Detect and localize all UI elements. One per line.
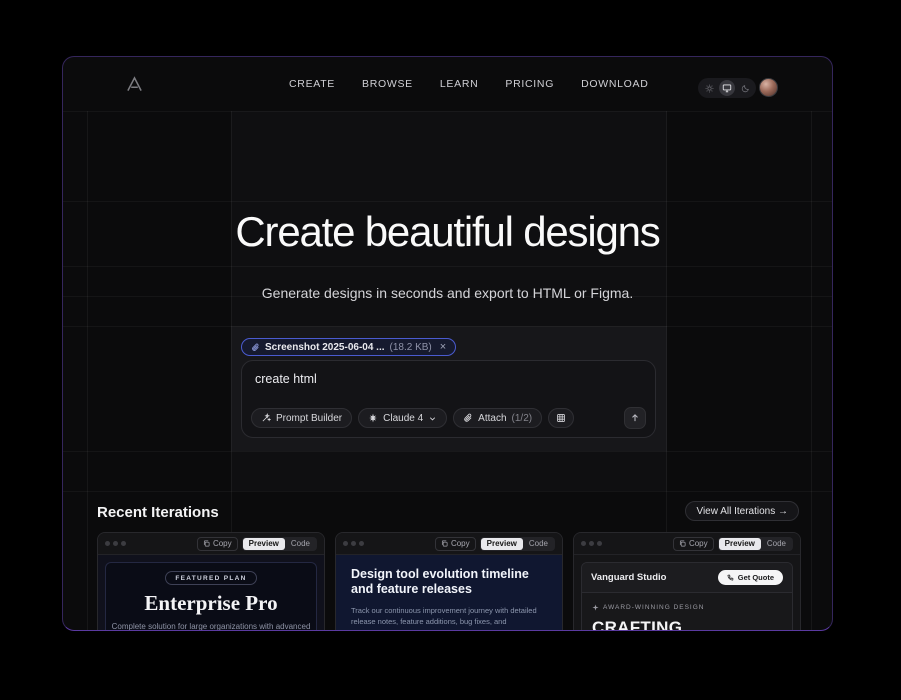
view-all-iterations-button[interactable]: View All Iterations →	[685, 501, 799, 521]
top-nav: CREATE BROWSE LEARN PRICING DOWNLOAD	[63, 57, 832, 111]
attach-count: (1/2)	[512, 413, 533, 424]
wand-icon	[261, 413, 271, 423]
copy-label: Copy	[689, 539, 708, 548]
copy-icon	[679, 540, 686, 547]
preview-code-toggle: Preview Code	[242, 537, 317, 551]
window-dot	[105, 541, 110, 546]
sparkle-icon	[592, 604, 599, 611]
browser-chrome: Copy Preview Code	[574, 533, 800, 555]
window-dot	[589, 541, 594, 546]
recent-iterations-title: Recent Iterations	[97, 504, 219, 521]
window-dot	[597, 541, 602, 546]
preview-tab[interactable]: Preview	[719, 538, 761, 550]
window-dot	[113, 541, 118, 546]
copy-label: Copy	[213, 539, 232, 548]
chevron-down-icon	[428, 414, 437, 423]
plan-description: Complete solution for large organization…	[110, 621, 312, 631]
browser-chrome: Copy Preview Code	[336, 533, 562, 555]
window-dot	[581, 541, 586, 546]
prompt-input[interactable]: create html	[242, 361, 655, 397]
copy-button[interactable]: Copy	[673, 537, 714, 551]
code-tab[interactable]: Code	[761, 538, 792, 550]
prompt-toolbar: Prompt Builder Claude 4 Attach (1/2)	[251, 407, 646, 429]
nav-link-create[interactable]: CREATE	[289, 78, 335, 90]
submit-button[interactable]	[624, 407, 646, 429]
nav-links: CREATE BROWSE LEARN PRICING DOWNLOAD	[289, 57, 649, 111]
grid-line	[63, 111, 832, 112]
page-title: Create beautiful designs	[63, 209, 832, 255]
model-selector[interactable]: Claude 4	[358, 408, 447, 428]
iteration-card-vanguard-studio[interactable]: Copy Preview Code Vanguard Studio	[573, 532, 801, 631]
attachment-size: (18.2 KB)	[390, 342, 432, 353]
prompt-builder-label: Prompt Builder	[276, 413, 342, 424]
preview-code-toggle: Preview Code	[718, 537, 793, 551]
logo-icon[interactable]	[126, 76, 143, 92]
window-dot	[351, 541, 356, 546]
code-tab[interactable]: Code	[523, 538, 554, 550]
window-dot	[359, 541, 364, 546]
card-preview: Vanguard Studio Get Quote	[574, 555, 800, 631]
attachment-name: Screenshot 2025-06-04 ...	[265, 342, 385, 353]
model-label: Claude 4	[383, 413, 423, 424]
browser-chrome: Copy Preview Code	[98, 533, 324, 555]
close-icon[interactable]: ×	[440, 342, 446, 353]
iteration-card-timeline[interactable]: Copy Preview Code Design tool evolution …	[335, 532, 563, 631]
iteration-card-enterprise-pro[interactable]: Copy Preview Code FEATURED PLAN Enterpri…	[97, 532, 325, 631]
attachment-chip[interactable]: Screenshot 2025-06-04 ... (18.2 KB) ×	[241, 338, 456, 356]
grid-line	[63, 201, 832, 202]
paperclip-icon	[463, 413, 473, 423]
window-dot	[121, 541, 126, 546]
grid-line	[87, 111, 88, 630]
app-window: CREATE BROWSE LEARN PRICING DOWNLOAD	[62, 56, 833, 631]
nav-link-download[interactable]: DOWNLOAD	[581, 78, 648, 90]
grid-button[interactable]	[548, 408, 574, 428]
timeline-description: Track our continuous improvement journey…	[351, 605, 547, 631]
phone-icon	[727, 574, 734, 581]
award-tagline: AWARD-WINNING DESIGN	[603, 604, 705, 611]
page-subtitle: Generate designs in seconds and export t…	[63, 285, 832, 301]
copy-button[interactable]: Copy	[435, 537, 476, 551]
get-quote-label: Get Quote	[738, 573, 774, 582]
moon-icon[interactable]	[737, 80, 753, 96]
grid-line	[63, 326, 832, 327]
grid-line	[63, 451, 832, 452]
preview-code-toggle: Preview Code	[480, 537, 555, 551]
copy-icon	[203, 540, 210, 547]
theme-toggle	[698, 78, 756, 98]
featured-plan-badge: FEATURED PLAN	[165, 571, 256, 585]
sun-icon[interactable]	[701, 80, 717, 96]
nav-link-learn[interactable]: LEARN	[440, 78, 479, 90]
nav-link-pricing[interactable]: PRICING	[505, 78, 554, 90]
code-tab[interactable]: Code	[285, 538, 316, 550]
prompt-box: create html Prompt Builder Claude 4	[241, 360, 656, 438]
timeline-title: Design tool evolution timeline and featu…	[351, 567, 547, 597]
preview-tab[interactable]: Preview	[243, 538, 285, 550]
paperclip-icon	[251, 343, 260, 352]
get-quote-button[interactable]: Get Quote	[718, 570, 783, 585]
grid-icon	[556, 413, 566, 423]
grid-line	[811, 111, 812, 630]
nav-link-browse[interactable]: BROWSE	[362, 78, 413, 90]
grid-line	[63, 266, 832, 267]
brand-name: Vanguard Studio	[591, 572, 666, 583]
window-dot	[343, 541, 348, 546]
plan-title: Enterprise Pro	[144, 591, 277, 616]
prompt-builder-button[interactable]: Prompt Builder	[251, 408, 352, 428]
copy-icon	[441, 540, 448, 547]
attach-label: Attach	[478, 413, 506, 424]
iteration-cards: Copy Preview Code FEATURED PLAN Enterpri…	[97, 532, 801, 631]
preview-tab[interactable]: Preview	[481, 538, 523, 550]
card-preview: FEATURED PLAN Enterprise Pro Complete so…	[98, 555, 324, 631]
avatar[interactable]	[759, 78, 778, 97]
studio-headline: CRAFTING TOMORROW'S	[592, 618, 722, 631]
monitor-icon[interactable]	[719, 80, 735, 96]
card-preview: Design tool evolution timeline and featu…	[336, 555, 562, 631]
spark-icon	[368, 413, 378, 423]
arrow-up-icon	[630, 413, 640, 423]
attach-button[interactable]: Attach (1/2)	[453, 408, 542, 428]
copy-button[interactable]: Copy	[197, 537, 238, 551]
grid-line	[63, 491, 832, 492]
copy-label: Copy	[451, 539, 470, 548]
